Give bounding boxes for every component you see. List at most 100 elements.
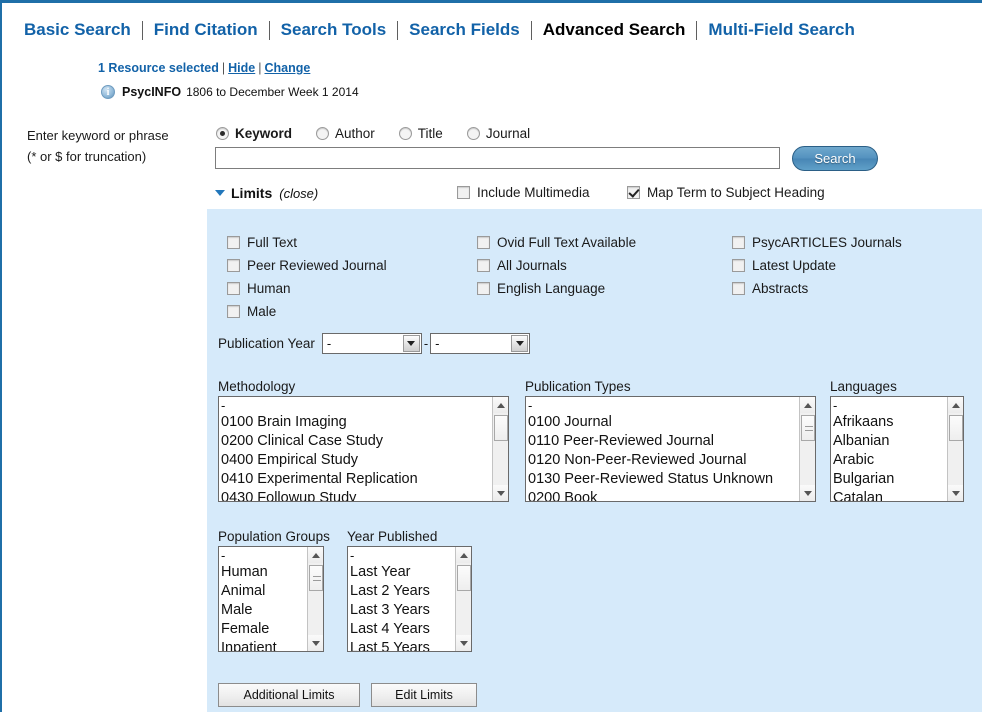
list-item[interactable]: - — [221, 548, 306, 563]
publication-year-from-select[interactable]: - — [321, 333, 422, 354]
chevron-down-icon[interactable] — [402, 335, 420, 352]
scroll-thumb[interactable] — [494, 415, 508, 441]
list-item[interactable]: Afrikaans — [833, 413, 946, 432]
chevron-down-icon[interactable] — [511, 335, 529, 352]
additional-limits-button[interactable]: Additional Limits — [218, 683, 360, 707]
list-item[interactable]: Female — [221, 620, 306, 639]
checkbox-latest-update[interactable]: Latest Update — [732, 254, 902, 277]
list-item[interactable]: 0100 Brain Imaging — [221, 413, 491, 432]
scroll-down-icon[interactable] — [308, 635, 323, 651]
list-item[interactable]: - — [833, 398, 946, 413]
list-item[interactable]: Last 4 Years — [350, 620, 454, 639]
checkbox-box-map-term[interactable] — [627, 186, 640, 199]
scrollbar-languages[interactable] — [947, 397, 963, 501]
list-item[interactable]: 0130 Peer-Reviewed Status Unknown — [528, 470, 798, 489]
tab-multi-field-search[interactable]: Multi-Field Search — [697, 20, 865, 40]
hide-link[interactable]: Hide — [228, 61, 255, 75]
checkbox-box-ovid-full-text[interactable] — [477, 236, 490, 249]
list-item[interactable]: 0410 Experimental Replication — [221, 470, 491, 489]
list-item[interactable]: Inpatient — [221, 639, 306, 651]
limits-toggle-link[interactable]: (close) — [279, 186, 318, 201]
checkbox-box-full-text[interactable] — [227, 236, 240, 249]
checkbox-box-all-journals[interactable] — [477, 259, 490, 272]
radio-button-journal[interactable] — [466, 126, 480, 140]
caret-down-icon[interactable] — [215, 190, 225, 196]
listbox-languages[interactable]: - Afrikaans Albanian Arabic Bulgarian Ca… — [830, 396, 964, 502]
checkbox-box-abstracts[interactable] — [732, 282, 745, 295]
scroll-thumb[interactable] — [801, 415, 815, 441]
listbox-year-published[interactable]: - Last Year Last 2 Years Last 3 Years La… — [347, 546, 472, 652]
checkbox-male[interactable]: Male — [227, 300, 387, 323]
scroll-thumb[interactable] — [457, 565, 471, 591]
scroll-up-icon[interactable] — [493, 397, 508, 413]
checkbox-box-include-multimedia[interactable] — [457, 186, 470, 199]
list-item[interactable]: 0200 Clinical Case Study — [221, 432, 491, 451]
change-link[interactable]: Change — [265, 61, 311, 75]
checkbox-all-journals[interactable]: All Journals — [477, 254, 636, 277]
list-item[interactable]: Human — [221, 563, 306, 582]
search-input[interactable] — [215, 147, 780, 169]
edit-limits-button[interactable]: Edit Limits — [371, 683, 477, 707]
checkbox-human[interactable]: Human — [227, 277, 387, 300]
list-item[interactable]: Arabic — [833, 451, 946, 470]
radio-button-author[interactable] — [316, 126, 330, 140]
checkbox-peer-reviewed-journal[interactable]: Peer Reviewed Journal — [227, 254, 387, 277]
scroll-up-icon[interactable] — [948, 397, 963, 413]
checkbox-box-peer-reviewed-journal[interactable] — [227, 259, 240, 272]
list-item[interactable]: 0400 Empirical Study — [221, 451, 491, 470]
checkbox-english-language[interactable]: English Language — [477, 277, 636, 300]
checkbox-box-psycarticles-journals[interactable] — [732, 236, 745, 249]
list-item[interactable]: Animal — [221, 582, 306, 601]
listbox-methodology[interactable]: - 0100 Brain Imaging 0200 Clinical Case … — [218, 396, 509, 502]
list-item[interactable]: Bulgarian — [833, 470, 946, 489]
listbox-publication-types[interactable]: - 0100 Journal 0110 Peer-Reviewed Journa… — [525, 396, 816, 502]
scroll-thumb[interactable] — [949, 415, 963, 441]
scroll-down-icon[interactable] — [493, 485, 508, 501]
list-item[interactable]: 0430 Followup Study — [221, 489, 491, 501]
checkbox-box-male[interactable] — [227, 305, 240, 318]
tab-find-citation[interactable]: Find Citation — [143, 20, 269, 40]
scroll-down-icon[interactable] — [456, 635, 471, 651]
radio-button-keyword[interactable] — [216, 126, 229, 140]
list-item[interactable]: Catalan — [833, 489, 946, 501]
scrollbar-methodology[interactable] — [492, 397, 508, 501]
list-item[interactable]: 0120 Non-Peer-Reviewed Journal — [528, 451, 798, 470]
radio-button-title[interactable] — [398, 126, 412, 140]
list-item[interactable]: Last 2 Years — [350, 582, 454, 601]
checkbox-map-term-to-subject-heading[interactable]: Map Term to Subject Heading — [627, 185, 825, 200]
tab-search-tools[interactable]: Search Tools — [270, 20, 398, 40]
tab-advanced-search[interactable]: Advanced Search — [532, 20, 697, 40]
list-item[interactable]: Last 3 Years — [350, 601, 454, 620]
scroll-down-icon[interactable] — [948, 485, 963, 501]
list-item[interactable]: 0110 Peer-Reviewed Journal — [528, 432, 798, 451]
listbox-population-groups[interactable]: - Human Animal Male Female Inpatient — [218, 546, 324, 652]
tab-search-fields[interactable]: Search Fields — [398, 20, 531, 40]
list-item[interactable]: 0100 Journal — [528, 413, 798, 432]
checkbox-ovid-full-text-available[interactable]: Ovid Full Text Available — [477, 231, 636, 254]
checkbox-box-english-language[interactable] — [477, 282, 490, 295]
checkbox-psycarticles-journals[interactable]: PsycARTICLES Journals — [732, 231, 902, 254]
list-item[interactable]: - — [528, 398, 798, 413]
scrollbar-year-published[interactable] — [455, 547, 471, 651]
list-item[interactable]: Last 5 Years — [350, 639, 454, 651]
radio-option-journal[interactable]: Journal — [466, 126, 530, 141]
tab-basic-search[interactable]: Basic Search — [24, 20, 142, 40]
checkbox-full-text[interactable]: Full Text — [227, 231, 387, 254]
list-item[interactable]: Last Year — [350, 563, 454, 582]
list-item[interactable]: Male — [221, 601, 306, 620]
checkbox-box-human[interactable] — [227, 282, 240, 295]
scroll-up-icon[interactable] — [456, 547, 471, 563]
list-item[interactable]: - — [350, 548, 454, 563]
radio-option-keyword[interactable]: Keyword — [216, 126, 292, 141]
list-item[interactable]: 0200 Book — [528, 489, 798, 501]
list-item[interactable]: - — [221, 398, 491, 413]
scroll-thumb[interactable] — [309, 565, 323, 591]
checkbox-include-multimedia[interactable]: Include Multimedia — [457, 185, 590, 200]
search-button[interactable]: Search — [792, 146, 878, 171]
radio-option-title[interactable]: Title — [398, 126, 443, 141]
checkbox-abstracts[interactable]: Abstracts — [732, 277, 902, 300]
list-item[interactable]: Albanian — [833, 432, 946, 451]
radio-option-author[interactable]: Author — [316, 126, 375, 141]
scrollbar-population-groups[interactable] — [307, 547, 323, 651]
scroll-up-icon[interactable] — [308, 547, 323, 563]
